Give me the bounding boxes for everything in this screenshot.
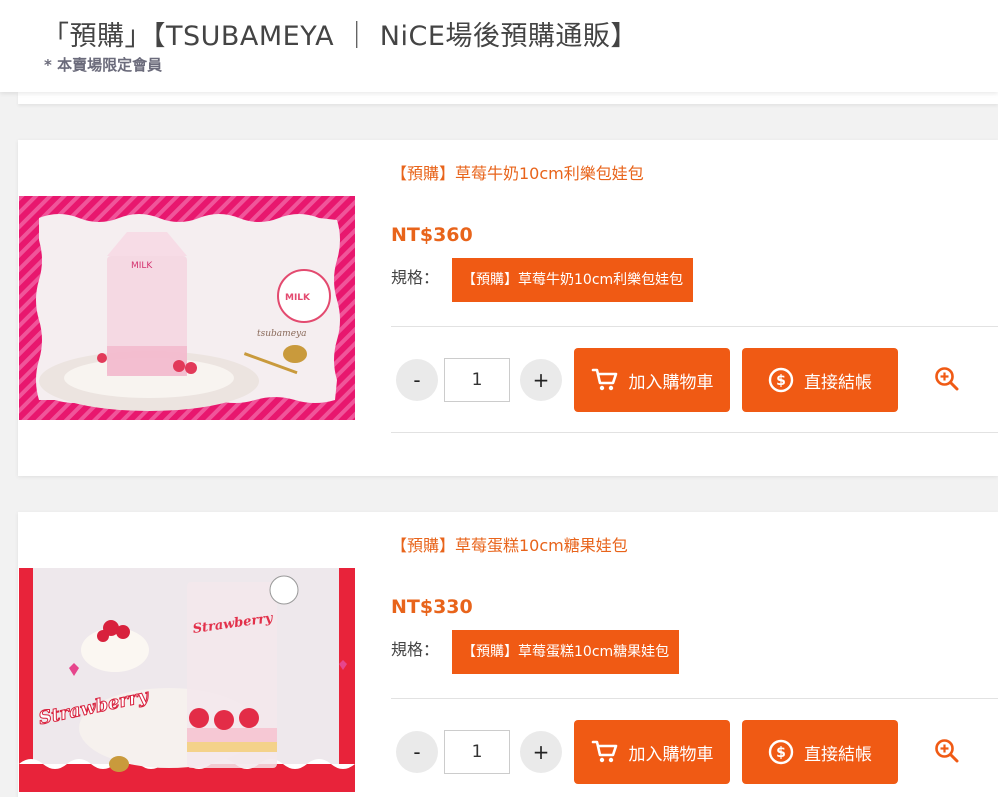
quantity-input[interactable] xyxy=(444,358,510,402)
add-to-cart-button[interactable]: 加入購物車 xyxy=(574,720,730,784)
cart-icon xyxy=(591,367,619,393)
product-image[interactable]: MILK MILK tsubameya xyxy=(19,196,355,420)
members-only-note: * 本賣場限定會員 xyxy=(44,56,163,74)
quantity-decrease-button[interactable]: - xyxy=(396,731,438,773)
product-price: NT$330 xyxy=(391,596,473,618)
dollar-coin-icon: $ xyxy=(768,367,794,393)
page-title: 「預購」【TSUBAMEYA ｜ NiCE場後預購通販】 xyxy=(42,21,638,52)
svg-text:$: $ xyxy=(776,745,786,761)
checkout-button[interactable]: $ 直接結帳 xyxy=(742,720,898,784)
product-card: MILK MILK tsubameya 【預購】草莓牛奶10cm利樂包娃包 NT… xyxy=(18,140,998,476)
product-image[interactable]: Strawberry Strawberry xyxy=(19,568,355,792)
divider xyxy=(391,326,998,327)
svg-text:MILK: MILK xyxy=(285,293,311,303)
product-info: 【預購】草莓蛋糕10cm糖果娃包 NT$330 規格： 【預購】草莓蛋糕10cm… xyxy=(391,512,998,797)
dollar-coin-icon: $ xyxy=(768,739,794,765)
quantity-increase-button[interactable]: + xyxy=(520,359,562,401)
spec-label: 規格： xyxy=(391,268,440,287)
product-info: 【預購】草莓牛奶10cm利樂包娃包 NT$360 規格： 【預購】草莓牛奶10c… xyxy=(391,140,998,476)
page-header: 「預購」【TSUBAMEYA ｜ NiCE場後預購通販】 * 本賣場限定會員 xyxy=(0,0,998,92)
svg-text:tsubameya: tsubameya xyxy=(257,329,306,339)
product-name[interactable]: 【預購】草莓牛奶10cm利樂包娃包 xyxy=(391,160,644,184)
quantity-increase-button[interactable]: + xyxy=(520,731,562,773)
checkout-label: 直接結帳 xyxy=(804,372,872,393)
add-to-cart-label: 加入購物車 xyxy=(628,372,714,393)
previous-product-card xyxy=(18,92,998,104)
product-price: NT$360 xyxy=(391,224,473,246)
svg-text:$: $ xyxy=(776,373,786,389)
divider xyxy=(391,432,998,433)
zoom-in-icon[interactable] xyxy=(934,738,960,764)
spec-label: 規格： xyxy=(391,640,440,659)
cart-icon xyxy=(591,739,619,765)
spec-option-button[interactable]: 【預購】草莓牛奶10cm利樂包娃包 xyxy=(452,258,694,302)
add-to-cart-button[interactable]: 加入購物車 xyxy=(574,348,730,412)
spec-option-button[interactable]: 【預購】草莓蛋糕10cm糖果娃包 xyxy=(452,630,680,674)
add-to-cart-label: 加入購物車 xyxy=(628,744,714,765)
quantity-input[interactable] xyxy=(444,730,510,774)
zoom-in-icon[interactable] xyxy=(934,366,960,392)
checkout-label: 直接結帳 xyxy=(804,744,872,765)
product-card: Strawberry Strawberry 【預購】草莓蛋糕10cm糖果娃包 N… xyxy=(18,512,998,797)
quantity-decrease-button[interactable]: - xyxy=(396,359,438,401)
product-name[interactable]: 【預購】草莓蛋糕10cm糖果娃包 xyxy=(391,532,628,556)
divider xyxy=(391,698,998,699)
svg-text:MILK: MILK xyxy=(131,261,153,271)
checkout-button[interactable]: $ 直接結帳 xyxy=(742,348,898,412)
